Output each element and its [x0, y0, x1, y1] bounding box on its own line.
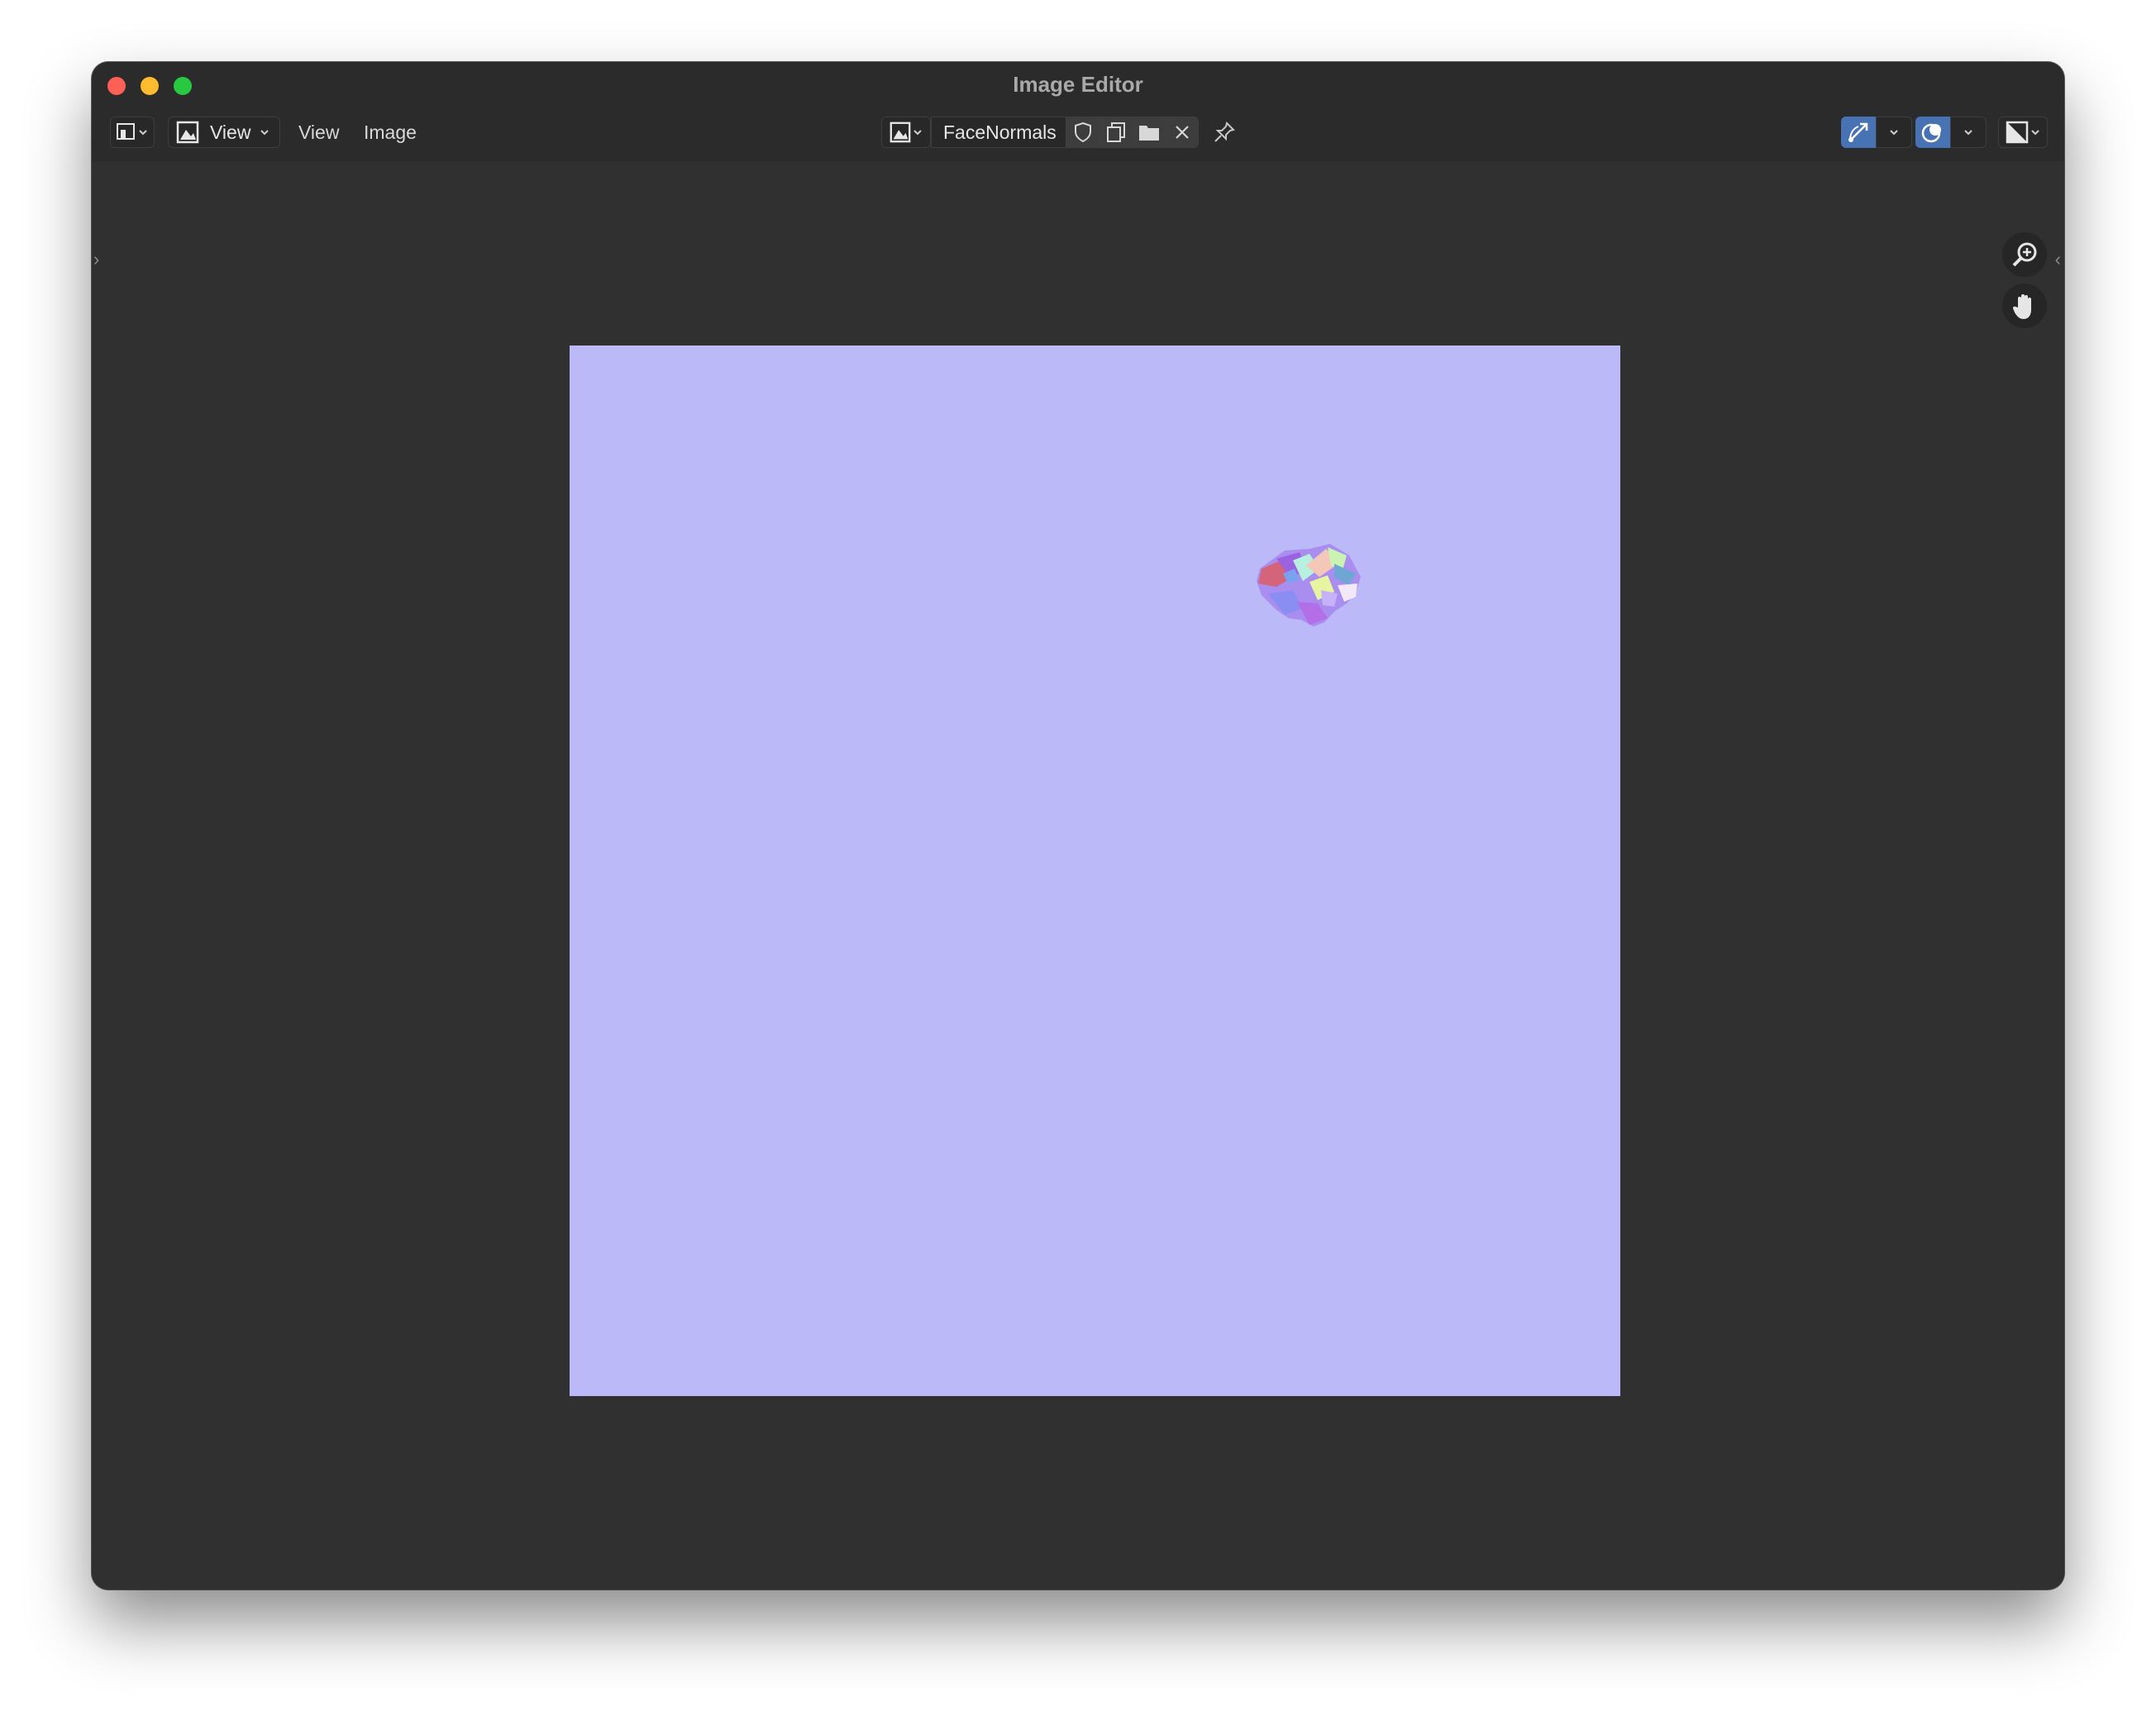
pan-view-button[interactable]	[2002, 284, 2047, 328]
zoom-view-button[interactable]	[2002, 232, 2047, 277]
face-normals-image	[570, 346, 1620, 1396]
window-title: Image Editor	[1013, 72, 1143, 97]
open-image-folder-icon	[1138, 122, 1161, 142]
open-image-button[interactable]	[1133, 117, 1166, 148]
display-channels-icon	[2005, 120, 2030, 145]
zoom-icon	[2011, 241, 2039, 269]
chevron-down-icon	[259, 126, 270, 138]
pin-button[interactable]	[1207, 117, 1242, 148]
display-channels-selector[interactable]	[1998, 117, 2048, 148]
toolbar-expand-arrow-icon[interactable]: ›	[93, 249, 99, 270]
overlay-options-dropdown[interactable]	[1950, 117, 1987, 148]
pin-icon	[1213, 121, 1236, 144]
gizmo-icon	[1846, 120, 1871, 145]
image-editor-icon	[116, 122, 137, 143]
mode-label: View	[210, 121, 251, 143]
duplicate-image-icon	[1105, 122, 1127, 143]
image-canvas-area[interactable]: › ‹	[92, 161, 2064, 1589]
image-editor-window: Image Editor View View Image FaceNormals…	[92, 62, 2064, 1589]
editor-type-selector[interactable]	[110, 117, 155, 148]
unlink-image-close-icon	[1174, 124, 1190, 141]
pan-hand-icon	[2011, 291, 2039, 321]
fake-user-shield-icon	[1073, 122, 1093, 143]
gizmo-options-dropdown[interactable]	[1876, 117, 1912, 148]
new-image-button[interactable]	[1099, 117, 1133, 148]
chevron-down-icon	[2030, 126, 2041, 138]
gizmo-toggle[interactable]	[1841, 117, 1876, 148]
overlay-toggle[interactable]	[1915, 117, 1950, 148]
overlay-icon	[1920, 120, 1945, 145]
title-bar: Image Editor	[92, 62, 2064, 108]
sidebar-expand-arrow-icon[interactable]: ‹	[2055, 249, 2061, 270]
editor-header: View View Image FaceNormals	[92, 108, 2064, 161]
image-view-icon	[175, 120, 200, 145]
chevron-down-icon	[912, 126, 923, 138]
fake-user-button[interactable]	[1066, 117, 1099, 148]
unlink-image-button[interactable]	[1166, 117, 1199, 148]
browse-image-button[interactable]	[881, 117, 931, 148]
chevron-down-icon	[1963, 126, 1974, 138]
view-menu[interactable]: View	[298, 122, 339, 144]
chevron-down-icon	[1888, 126, 1900, 138]
chevron-down-icon	[137, 126, 149, 138]
baked-normal-map-island	[1257, 544, 1361, 627]
mode-selector[interactable]: View	[168, 117, 280, 148]
image-menu[interactable]: Image	[364, 122, 417, 144]
image-name-field[interactable]: FaceNormals	[931, 117, 1066, 148]
image-browse-icon	[889, 121, 912, 144]
